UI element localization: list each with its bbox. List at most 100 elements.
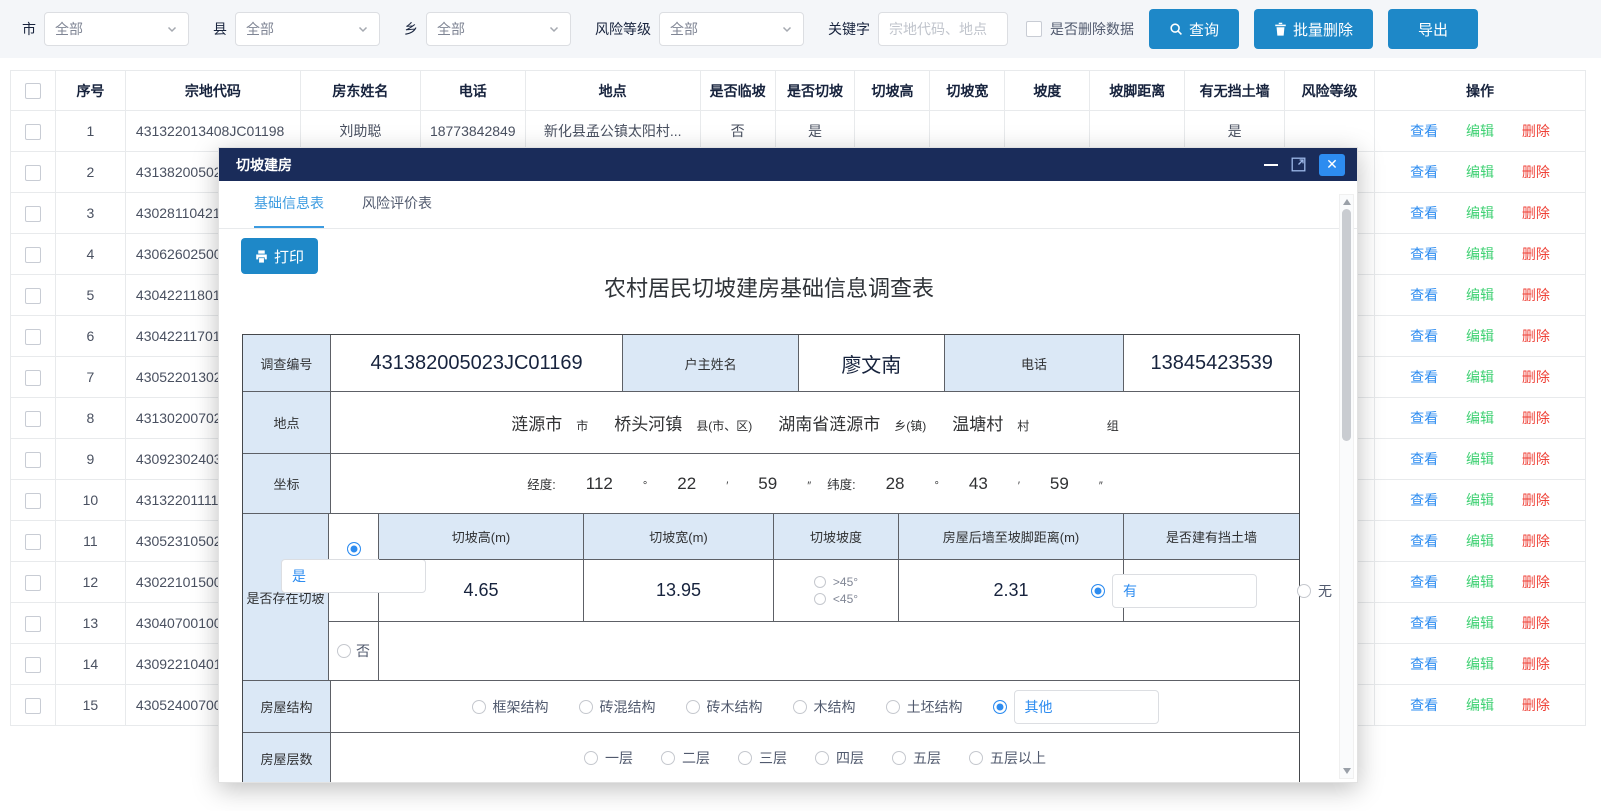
- view-link[interactable]: 查看: [1410, 533, 1438, 549]
- cut-exist-no-option[interactable]: 否: [329, 622, 379, 680]
- radio-label[interactable]: 砖混结构: [600, 697, 656, 717]
- delete-link[interactable]: 删除: [1522, 164, 1550, 180]
- edit-link[interactable]: 编辑: [1466, 205, 1494, 221]
- view-link[interactable]: 查看: [1410, 287, 1438, 303]
- radio-label[interactable]: 框架结构: [493, 697, 549, 717]
- view-link[interactable]: 查看: [1410, 246, 1438, 262]
- row-checkbox[interactable]: [25, 329, 41, 345]
- row-checkbox[interactable]: [25, 452, 41, 468]
- row-checkbox[interactable]: [25, 575, 41, 591]
- cut-exist-yes-option[interactable]: 是: [329, 514, 379, 621]
- radio-label[interactable]: 三层: [759, 748, 787, 768]
- delete-link[interactable]: 删除: [1522, 369, 1550, 385]
- view-link[interactable]: 查看: [1410, 123, 1438, 139]
- row-checkbox[interactable]: [25, 288, 41, 304]
- modal-header[interactable]: 切坡建房 ✕: [219, 148, 1357, 181]
- edit-link[interactable]: 编辑: [1466, 328, 1494, 344]
- city-select[interactable]: 全部: [44, 12, 189, 46]
- radio-label[interactable]: <45°: [833, 592, 858, 606]
- delete-link[interactable]: 删除: [1522, 205, 1550, 221]
- edit-link[interactable]: 编辑: [1466, 369, 1494, 385]
- minimize-icon[interactable]: [1264, 164, 1278, 166]
- radio-unselected[interactable]: [584, 751, 598, 765]
- edit-link[interactable]: 编辑: [1466, 123, 1494, 139]
- radio-label[interactable]: 土坯结构: [907, 697, 963, 717]
- radio-label[interactable]: 砖木结构: [707, 697, 763, 717]
- delete-link[interactable]: 删除: [1522, 492, 1550, 508]
- view-link[interactable]: 查看: [1410, 205, 1438, 221]
- scroll-up-arrow-icon[interactable]: [1343, 199, 1351, 205]
- edit-link[interactable]: 编辑: [1466, 246, 1494, 262]
- radio-unselected[interactable]: [686, 700, 700, 714]
- view-link[interactable]: 查看: [1410, 164, 1438, 180]
- tab-basic-info[interactable]: 基础信息表: [254, 193, 324, 228]
- radio-selected[interactable]: [993, 700, 1007, 714]
- radio-unselected[interactable]: [472, 700, 486, 714]
- radio-label[interactable]: 四层: [836, 748, 864, 768]
- close-icon[interactable]: ✕: [1319, 154, 1345, 176]
- edit-link[interactable]: 编辑: [1466, 574, 1494, 590]
- radio-unselected[interactable]: [793, 700, 807, 714]
- row-checkbox[interactable]: [25, 411, 41, 427]
- radio-label[interactable]: >45°: [833, 575, 858, 589]
- modal-scrollbar[interactable]: [1339, 194, 1354, 779]
- maximize-icon[interactable]: [1291, 157, 1306, 172]
- delete-link[interactable]: 删除: [1522, 615, 1550, 631]
- edit-link[interactable]: 编辑: [1466, 492, 1494, 508]
- radio-unselected[interactable]: [579, 700, 593, 714]
- radio-selected[interactable]: [347, 542, 361, 556]
- radio-label[interactable]: 其他: [1014, 690, 1159, 724]
- radio-label[interactable]: 无: [1318, 581, 1332, 601]
- select-all-checkbox[interactable]: [25, 83, 41, 99]
- batch-delete-button[interactable]: 批量删除: [1254, 9, 1373, 49]
- radio-label[interactable]: 二层: [682, 748, 710, 768]
- row-checkbox[interactable]: [25, 657, 41, 673]
- county-select[interactable]: 全部: [235, 12, 380, 46]
- delete-data-checkbox[interactable]: [1026, 21, 1042, 37]
- row-checkbox[interactable]: [25, 534, 41, 550]
- radio-label[interactable]: 木结构: [814, 697, 856, 717]
- delete-link[interactable]: 删除: [1522, 328, 1550, 344]
- export-button[interactable]: 导出: [1388, 9, 1478, 49]
- delete-link[interactable]: 删除: [1522, 410, 1550, 426]
- delete-link[interactable]: 删除: [1522, 697, 1550, 713]
- radio-label[interactable]: 一层: [605, 748, 633, 768]
- edit-link[interactable]: 编辑: [1466, 697, 1494, 713]
- radio-unselected[interactable]: [815, 751, 829, 765]
- delete-link[interactable]: 删除: [1522, 656, 1550, 672]
- view-link[interactable]: 查看: [1410, 656, 1438, 672]
- keyword-input[interactable]: [878, 12, 1008, 46]
- township-select[interactable]: 全部: [426, 12, 571, 46]
- radio-unselected[interactable]: [886, 700, 900, 714]
- radio-unselected[interactable]: [969, 751, 983, 765]
- row-checkbox[interactable]: [25, 698, 41, 714]
- view-link[interactable]: 查看: [1410, 328, 1438, 344]
- print-button[interactable]: 打印: [241, 238, 318, 274]
- radio-unselected[interactable]: [1297, 584, 1311, 598]
- radio-unselected[interactable]: [738, 751, 752, 765]
- edit-link[interactable]: 编辑: [1466, 451, 1494, 467]
- row-checkbox[interactable]: [25, 206, 41, 222]
- view-link[interactable]: 查看: [1410, 410, 1438, 426]
- row-checkbox[interactable]: [25, 493, 41, 509]
- radio-selected[interactable]: [1091, 584, 1105, 598]
- delete-link[interactable]: 删除: [1522, 451, 1550, 467]
- scrollbar-thumb[interactable]: [1342, 209, 1351, 441]
- query-button[interactable]: 查询: [1149, 9, 1239, 49]
- delete-link[interactable]: 删除: [1522, 533, 1550, 549]
- row-checkbox[interactable]: [25, 165, 41, 181]
- radio-unselected[interactable]: [814, 576, 826, 588]
- row-checkbox[interactable]: [25, 370, 41, 386]
- radio-label[interactable]: 五层: [913, 748, 941, 768]
- radio-label[interactable]: 有: [1112, 574, 1257, 608]
- radio-label[interactable]: 否: [356, 641, 370, 661]
- row-checkbox[interactable]: [25, 616, 41, 632]
- view-link[interactable]: 查看: [1410, 615, 1438, 631]
- edit-link[interactable]: 编辑: [1466, 615, 1494, 631]
- view-link[interactable]: 查看: [1410, 451, 1438, 467]
- scroll-down-arrow-icon[interactable]: [1343, 768, 1351, 774]
- risk-level-select[interactable]: 全部: [659, 12, 804, 46]
- delete-link[interactable]: 删除: [1522, 123, 1550, 139]
- edit-link[interactable]: 编辑: [1466, 164, 1494, 180]
- edit-link[interactable]: 编辑: [1466, 287, 1494, 303]
